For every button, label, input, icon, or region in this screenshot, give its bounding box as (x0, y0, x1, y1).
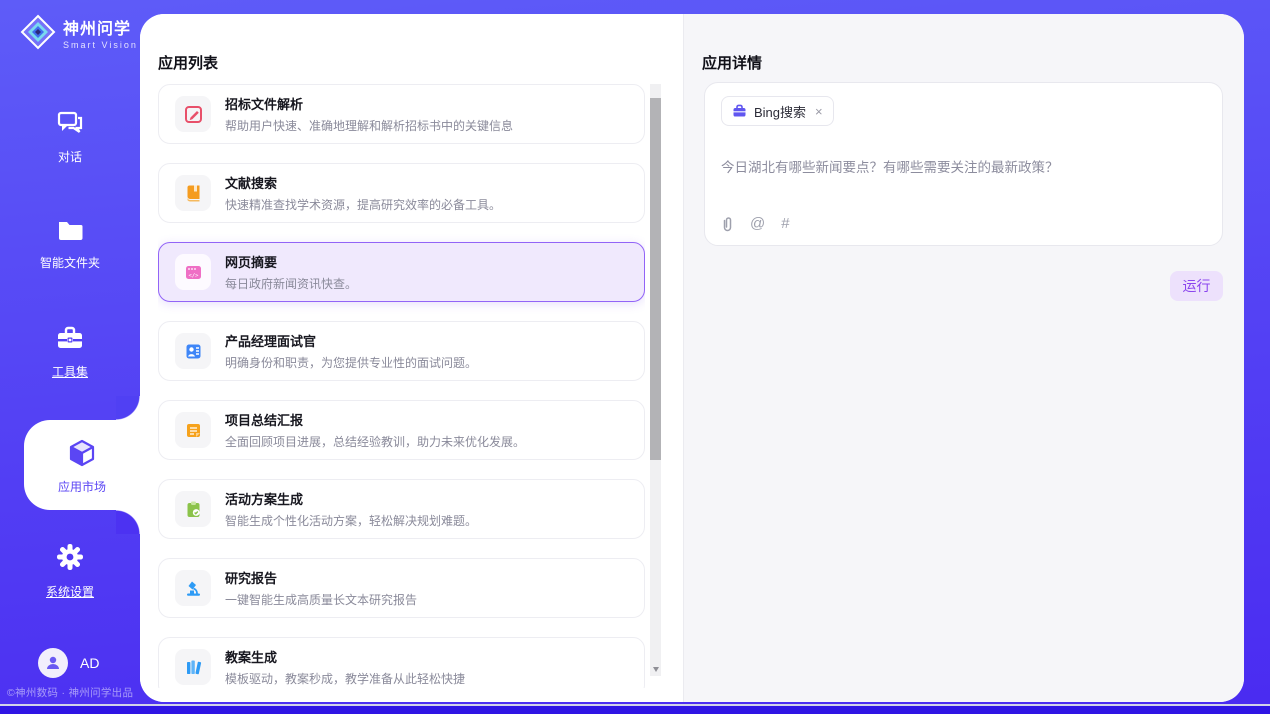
sidebar-item-label: 系统设置 (0, 583, 140, 600)
app-card-pm-interviewer[interactable]: 产品经理面试官 明确身份和职责，为您提供专业性的面试问题。 (158, 321, 645, 381)
app-card-desc: 帮助用户快速、准确地理解和解析招标书中的关键信息 (225, 117, 513, 134)
app-card-title: 文献搜索 (225, 173, 501, 192)
app-card-web-summary[interactable]: </> 网页摘要 每日政府新闻资讯快查。 (158, 242, 645, 302)
folder-icon (56, 218, 84, 242)
sidebar-item-label: 对话 (0, 148, 140, 165)
brand-title: 神州问学 (63, 15, 138, 39)
sidebar-item-smart-folder[interactable]: 智能文件夹 (0, 218, 140, 271)
clipboard-check-icon (175, 491, 211, 527)
edit-document-icon (175, 96, 211, 132)
briefcase-icon (732, 104, 747, 118)
book-icon (175, 175, 211, 211)
active-tab-curve-bottom (116, 510, 140, 534)
interviewer-icon (175, 333, 211, 369)
active-tab-curve-top (116, 396, 140, 420)
app-card-lesson-plan[interactable]: 教案生成 模板驱动，教案秒成，教学准备从此轻松快捷 (158, 637, 645, 688)
run-button[interactable]: 运行 (1170, 271, 1223, 301)
sidebar-item-settings[interactable]: 系统设置 (0, 543, 140, 600)
app-card-desc: 每日政府新闻资讯快查。 (225, 275, 357, 292)
diamond-logo-icon (20, 14, 56, 50)
app-card-event-plan[interactable]: 活动方案生成 智能生成个性化活动方案，轻松解决规划难题。 (158, 479, 645, 539)
app-card-title: 网页摘要 (225, 252, 357, 271)
svg-text:</>: </> (188, 272, 199, 278)
app-card-title: 研究报告 (225, 568, 417, 587)
gear-icon (56, 543, 84, 571)
bottom-bar (0, 704, 1270, 714)
app-card-title: 项目总结汇报 (225, 410, 525, 429)
user-avatar-icon (44, 654, 62, 672)
app-card-title: 教案生成 (225, 647, 465, 666)
microscope-icon (175, 570, 211, 606)
app-detail-title: 应用详情 (702, 52, 762, 73)
report-note-icon (175, 412, 211, 448)
app-list-scrollbar[interactable] (650, 84, 661, 676)
sidebar-item-app-market[interactable]: 应用市场 (24, 420, 140, 510)
composer-toolbar: @ # (721, 215, 790, 232)
app-card-bid-analysis[interactable]: 招标文件解析 帮助用户快速、准确地理解和解析招标书中的关键信息 (158, 84, 645, 144)
app-list-title: 应用列表 (158, 52, 218, 73)
sidebar: 神州问学 Smart Vision 对话 智能文件夹 工具集 (0, 0, 140, 714)
sidebar-item-label: 应用市场 (24, 478, 140, 495)
app-card-title: 活动方案生成 (225, 489, 477, 508)
app-card-desc: 智能生成个性化活动方案，轻松解决规划难题。 (225, 512, 477, 529)
main-content: 应用列表 招标文件解析 帮助用户快速、准确地理解和解析招标书中的关键信息 文献搜… (140, 14, 1244, 702)
app-card-list: 招标文件解析 帮助用户快速、准确地理解和解析招标书中的关键信息 文献搜索 快速精… (158, 84, 645, 688)
scroll-down-arrow[interactable] (650, 663, 661, 676)
browser-code-icon: </> (175, 254, 211, 290)
query-composer: Bing搜索 × 今日湖北有哪些新闻要点？有哪些需要关注的最新政策？ @ # (704, 82, 1223, 246)
query-input[interactable]: 今日湖北有哪些新闻要点？有哪些需要关注的最新政策？ (721, 156, 1206, 176)
sidebar-item-chat[interactable]: 对话 (0, 110, 140, 165)
cube-icon (67, 438, 97, 468)
app-card-desc: 快速精准查找学术资源，提高研究效率的必备工具。 (225, 196, 501, 213)
brand-subtitle: Smart Vision (63, 40, 138, 50)
toolbox-icon (56, 325, 84, 351)
sidebar-item-toolset[interactable]: 工具集 (0, 325, 140, 380)
user-name: AD (80, 655, 99, 671)
sidebar-item-label: 智能文件夹 (0, 254, 140, 271)
app-card-literature-search[interactable]: 文献搜索 快速精准查找学术资源，提高研究效率的必备工具。 (158, 163, 645, 223)
app-card-desc: 全面回顾项目进展，总结经验教训，助力未来优化发展。 (225, 433, 525, 450)
tool-tag-label: Bing搜索 (754, 102, 806, 121)
tool-tag-bing-search[interactable]: Bing搜索 × (721, 96, 834, 126)
brand-logo: 神州问学 Smart Vision (20, 14, 138, 50)
attachment-icon[interactable] (721, 216, 734, 232)
app-list-panel: 应用列表 招标文件解析 帮助用户快速、准确地理解和解析招标书中的关键信息 文献搜… (140, 14, 683, 702)
app-card-desc: 明确身份和职责，为您提供专业性的面试问题。 (225, 354, 477, 371)
app-card-desc: 一键智能生成高质量长文本研究报告 (225, 591, 417, 608)
hash-icon[interactable]: # (781, 215, 789, 232)
app-card-title: 招标文件解析 (225, 94, 513, 113)
chat-icon (56, 110, 84, 136)
copyright-footer: ©神州数码 · 神州问学出品 (7, 685, 147, 700)
app-detail-panel: 应用详情 Bing搜索 × 今日湖北有哪些新闻要点？有哪些需要关注的最新政策？ … (683, 14, 1244, 702)
avatar (38, 648, 68, 678)
mention-icon[interactable]: @ (750, 215, 765, 232)
app-card-title: 产品经理面试官 (225, 331, 477, 350)
scrollbar-thumb[interactable] (650, 98, 661, 460)
books-icon (175, 649, 211, 685)
app-card-project-summary[interactable]: 项目总结汇报 全面回顾项目进展，总结经验教训，助力未来优化发展。 (158, 400, 645, 460)
app-card-desc: 模板驱动，教案秒成，教学准备从此轻松快捷 (225, 670, 465, 687)
sidebar-item-label: 工具集 (0, 363, 140, 380)
close-icon[interactable]: × (815, 104, 823, 119)
app-card-research-report[interactable]: 研究报告 一键智能生成高质量长文本研究报告 (158, 558, 645, 618)
user-menu[interactable]: AD (38, 648, 99, 678)
